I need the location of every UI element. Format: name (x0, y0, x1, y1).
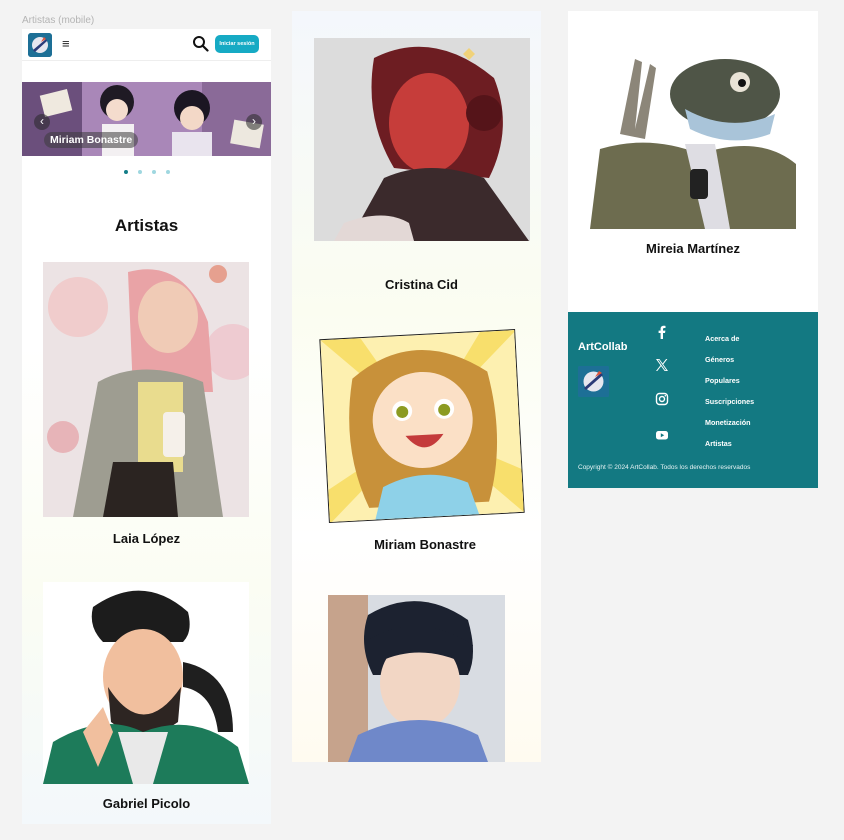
carousel-dot[interactable] (137, 170, 142, 174)
footer-link-about[interactable]: Acerca de (705, 334, 754, 355)
login-button[interactable]: Iniciar sesión (215, 35, 259, 53)
carousel-dots (22, 161, 271, 179)
artist-name[interactable]: Miriam Bonastre (292, 537, 541, 552)
artist-card-image[interactable] (590, 54, 796, 229)
footer-link-monetization[interactable]: Monetización (705, 418, 754, 439)
youtube-icon[interactable] (653, 426, 671, 444)
artist-card-image[interactable] (319, 328, 525, 524)
footer-link-genres[interactable]: Géneros (705, 355, 754, 376)
page-title: Artistas (114, 216, 179, 235)
mobile-page-column-2: Cristina Cid Miriam Bonastre (292, 11, 541, 762)
carousel-dot[interactable] (165, 170, 170, 174)
carousel-prev-button[interactable]: ‹ (34, 114, 50, 130)
artist-name[interactable]: Gabriel Picolo (22, 796, 271, 811)
mobile-page-column-1: ≡ Iniciar sesión ‹ › Miriam Bonastre Art… (22, 29, 271, 824)
featured-carousel[interactable]: ‹ › Miriam Bonastre (22, 82, 271, 156)
footer-link-artists[interactable]: Artistas (705, 439, 754, 460)
navbar: ≡ Iniciar sesión (22, 29, 271, 61)
copyright-text: Copyright © 2024 ArtCollab. Todos los de… (578, 464, 751, 471)
artist-name[interactable]: Laia López (22, 531, 271, 546)
carousel-caption[interactable]: Miriam Bonastre (44, 132, 139, 148)
carousel-dot[interactable] (123, 170, 128, 174)
footer-links: Acerca de Géneros Populares Suscripcione… (705, 334, 754, 460)
footer-brand: ArtCollab (578, 341, 628, 353)
artist-card-image[interactable] (43, 582, 249, 784)
site-footer: ArtCollab Acerca de Géneros Populares Su… (568, 312, 818, 488)
artist-card-image[interactable] (314, 38, 530, 241)
footer-link-subscriptions[interactable]: Suscripciones (705, 397, 754, 418)
artist-card-image[interactable] (328, 595, 505, 762)
footer-link-popular[interactable]: Populares (705, 376, 754, 397)
hamburger-menu-icon[interactable]: ≡ (62, 37, 70, 51)
footer-logo[interactable] (578, 366, 609, 397)
artcollab-logo[interactable] (28, 33, 52, 57)
carousel-dot[interactable] (151, 170, 156, 174)
artist-name[interactable]: Cristina Cid (292, 277, 541, 292)
facebook-icon[interactable] (653, 323, 671, 341)
mobile-page-column-3: Mireia Martínez ArtCollab Acerca de Géne… (568, 11, 818, 488)
search-icon[interactable] (192, 35, 209, 52)
frame-label: Artistas (mobile) (22, 15, 95, 26)
artist-card-image[interactable] (43, 262, 249, 517)
carousel-next-button[interactable]: › (246, 114, 262, 130)
instagram-icon[interactable] (653, 390, 671, 408)
x-icon[interactable] (653, 356, 671, 374)
artist-name[interactable]: Mireia Martínez (568, 241, 818, 256)
